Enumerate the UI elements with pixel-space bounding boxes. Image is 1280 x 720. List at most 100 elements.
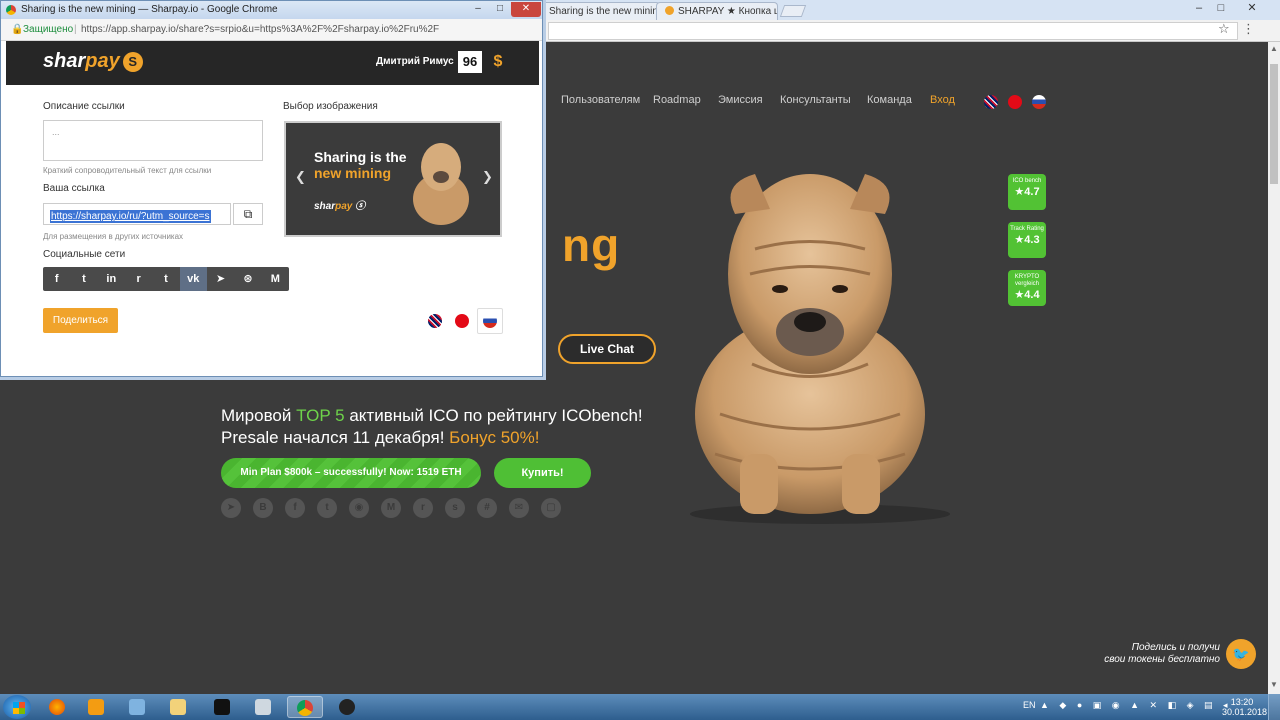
nav-login[interactable]: Вход	[930, 94, 955, 106]
system-tray-icons[interactable]: ▲ ◆ ● ▣ ◉ ▲ ✕ ◧ ◈ ▤ ◂	[1040, 700, 1232, 711]
taskbar-app-blue[interactable]	[120, 696, 156, 718]
user-name: Дмитрий Римус	[376, 56, 454, 67]
popup-close-button[interactable]: ✕	[511, 2, 541, 17]
user-balance: 96	[458, 51, 482, 73]
nav-roadmap[interactable]: Roadmap	[653, 94, 701, 106]
telegram-icon[interactable]: ➤	[221, 498, 241, 518]
link-input[interactable]: https://sharpay.io/ru/?utm_source=s	[43, 203, 231, 225]
twitter-share-icon[interactable]: 🐦	[1226, 639, 1256, 669]
scrollbar-thumb[interactable]	[1270, 64, 1278, 184]
bookmark-star-icon[interactable]: ☆	[1218, 21, 1230, 37]
popup-minimize-button[interactable]: –	[467, 2, 489, 17]
taskbar-terminal[interactable]	[205, 696, 241, 718]
page-scrollbar[interactable]: ▲ ▼	[1268, 42, 1280, 694]
link-value: https://sharpay.io/ru/?utm_source=s	[50, 210, 211, 223]
twitter-icon[interactable]: t	[70, 267, 97, 291]
bitcoin-icon[interactable]: B	[253, 498, 273, 518]
shar-pei-dog-image	[690, 174, 950, 524]
close-button[interactable]: ✕	[1234, 0, 1270, 18]
terminal-icon	[214, 699, 230, 715]
clock-time: 13:20	[1230, 697, 1254, 707]
plan-progress-button[interactable]: Min Plan $800k – successfully! Now: 1519…	[221, 458, 481, 488]
reddit-icon[interactable]: r	[125, 267, 152, 291]
social-label: Социальные сети	[43, 249, 126, 260]
taskbar-chrome[interactable]	[287, 696, 323, 718]
vk-icon[interactable]: vk	[179, 267, 207, 291]
firefox-icon	[49, 699, 65, 715]
flag-en-icon[interactable]	[984, 95, 998, 109]
github-icon[interactable]: ◉	[349, 498, 369, 518]
medium-icon[interactable]: M	[262, 267, 289, 291]
promo-highlight: TOP 5	[296, 406, 345, 425]
rating-source: KRYPTO vergleich	[1014, 274, 1040, 287]
live-chat-button[interactable]: Live Chat	[558, 334, 656, 364]
scroll-down-icon[interactable]: ▼	[1268, 680, 1280, 692]
nav-consultants[interactable]: Консультанты	[780, 94, 851, 106]
start-button[interactable]	[3, 695, 31, 719]
bg-tab-sharpay[interactable]: Sharing is the new minin	[540, 2, 660, 20]
share-popup-window: Sharing is the new mining — Sharpay.io -…	[0, 0, 543, 377]
slack-icon[interactable]: #	[477, 498, 497, 518]
steemit-icon[interactable]: s	[445, 498, 465, 518]
keyboard-language[interactable]: EN	[1023, 700, 1036, 710]
facebook-icon[interactable]: f	[43, 267, 70, 291]
new-tab-button[interactable]	[779, 5, 807, 17]
scroll-up-icon[interactable]: ▲	[1268, 44, 1280, 56]
popup-urlbar[interactable]: 🔒 Защищено | https://app.sharpay.io/shar…	[1, 19, 542, 41]
twitter-icon[interactable]: t	[317, 498, 337, 518]
tumblr-icon[interactable]: t	[152, 267, 179, 291]
rating-source: ICO bench	[1012, 178, 1042, 184]
rating-icobench[interactable]: ICO bench ★4.7	[1008, 174, 1046, 210]
calculator-icon	[255, 699, 271, 715]
maximize-button[interactable]: □	[1210, 0, 1232, 18]
description-textarea[interactable]: ...	[43, 120, 263, 161]
facebook-icon[interactable]: f	[285, 498, 305, 518]
rating-trackico[interactable]: Track Rating ★4.3	[1008, 222, 1046, 258]
chevron-left-icon[interactable]: ❮	[295, 169, 306, 185]
image-logo: sharpay ⓢ	[314, 201, 366, 212]
email-icon[interactable]: ✉	[509, 498, 529, 518]
link-hint: Для размещения в других источниках	[43, 232, 184, 241]
nav-team[interactable]: Команда	[867, 94, 912, 106]
popup-maximize-button[interactable]: □	[489, 2, 511, 17]
copy-link-button[interactable]: ⧉	[233, 203, 263, 225]
buy-button[interactable]: Купить!	[494, 458, 591, 488]
taskbar-calculator[interactable]	[246, 696, 282, 718]
chat-icon[interactable]: ▢	[541, 498, 561, 518]
social-networks-bar: f t in r t vk ➤ ⊛ M	[43, 267, 289, 291]
linkedin-icon[interactable]: in	[98, 267, 125, 291]
menu-icon[interactable]: ⋮	[1242, 21, 1255, 37]
system-clock[interactable]: 13:20 30.01.2018	[1222, 697, 1267, 717]
bg-tab-title: SHARPAY ★ Кнопка ше	[678, 6, 778, 17]
tab-favicon-icon	[665, 6, 674, 15]
chrome-icon	[297, 700, 313, 716]
omnibox[interactable]	[548, 22, 1238, 40]
share-button[interactable]: Поделиться	[43, 308, 118, 333]
taskbar-app-orange[interactable]	[79, 696, 115, 718]
flag-ru-icon[interactable]	[483, 314, 497, 328]
nav-users[interactable]: Пользователям	[561, 94, 640, 106]
taskbar-firefox[interactable]	[40, 696, 76, 718]
telegram-icon[interactable]: ➤	[207, 267, 234, 291]
reddit-icon[interactable]: r	[413, 498, 433, 518]
flag-tr-icon[interactable]	[1008, 95, 1022, 109]
show-desktop-button[interactable]	[1268, 694, 1280, 720]
rating-value: ★4.7	[1014, 186, 1040, 198]
sharpay-coin-icon: S	[122, 52, 143, 72]
nav-emission[interactable]: Эмиссия	[718, 94, 763, 106]
footer-note-line: Поделись и получи	[1131, 642, 1220, 653]
minimize-button[interactable]: –	[1188, 0, 1210, 18]
bg-tab-sharpay-button[interactable]: SHARPAY ★ Кнопка ше	[656, 2, 778, 20]
taskbar-obs[interactable]	[330, 696, 366, 718]
folder-icon	[170, 699, 186, 715]
medium-icon[interactable]: M	[381, 498, 401, 518]
rating-value: ★4.3	[1014, 234, 1040, 246]
rating-kryptovergleich[interactable]: KRYPTO vergleich ★4.4	[1008, 270, 1046, 306]
weibo-icon[interactable]: ⊛	[234, 267, 261, 291]
flag-ru-icon[interactable]	[1032, 95, 1046, 109]
site-social-icons: ➤ Bf t ◉ Mr s # ✉ ▢	[221, 498, 573, 518]
chevron-right-icon[interactable]: ❯	[482, 169, 493, 185]
flag-en-icon[interactable]	[428, 314, 442, 328]
flag-tr-icon[interactable]	[455, 314, 469, 328]
taskbar-explorer[interactable]	[161, 696, 197, 718]
